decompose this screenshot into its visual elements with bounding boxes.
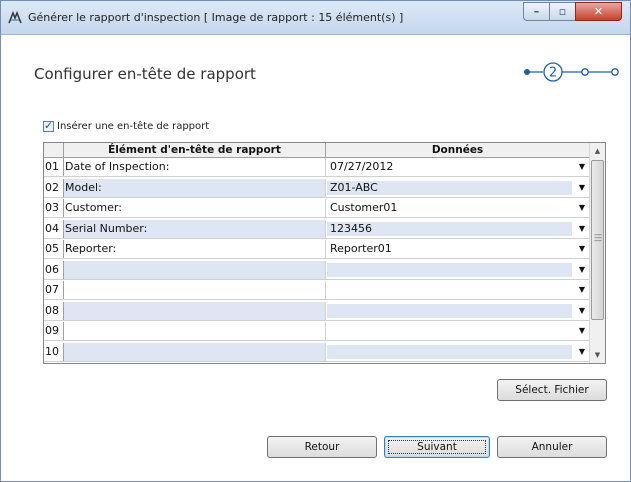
row-item-cell[interactable] bbox=[64, 260, 326, 279]
row-item-cell[interactable] bbox=[64, 281, 326, 299]
cancel-button[interactable]: Annuler bbox=[497, 436, 607, 458]
row-value-combobox[interactable]: Z01-ABC ▼ bbox=[327, 180, 587, 196]
dropdown-arrow-icon[interactable]: ▼ bbox=[579, 323, 585, 339]
row-item-cell[interactable]: Serial Number: bbox=[64, 219, 326, 238]
row-item-cell[interactable] bbox=[64, 322, 326, 340]
combobox-field bbox=[327, 344, 572, 359]
grid-header-item: Élément d'en-tête de rapport bbox=[64, 143, 326, 158]
step-dot-1 bbox=[524, 69, 530, 75]
row-value-text: 07/27/2012 bbox=[330, 160, 394, 173]
scroll-down-icon[interactable]: ▼ bbox=[590, 347, 605, 363]
row-number: 10 bbox=[44, 342, 64, 361]
row-value-combobox[interactable]: Reporter01 ▼ bbox=[327, 241, 587, 257]
row-value-text: 123456 bbox=[330, 221, 372, 235]
title-bar[interactable]: Générer le rapport d'inspection [ Image … bbox=[1, 1, 630, 35]
dropdown-arrow-icon[interactable]: ▼ bbox=[579, 159, 585, 175]
next-button[interactable]: Suivant bbox=[384, 436, 490, 458]
scroll-up-icon[interactable]: ▲ bbox=[590, 143, 605, 159]
grid-header-value: Données bbox=[326, 143, 589, 158]
dropdown-arrow-icon[interactable]: ▼ bbox=[579, 200, 585, 216]
dropdown-arrow-icon[interactable]: ▼ bbox=[579, 241, 585, 257]
table-row: 08 ▼ bbox=[44, 301, 589, 321]
minimize-icon: – bbox=[533, 5, 540, 18]
row-value-combobox[interactable]: ▼ bbox=[327, 323, 587, 339]
row-number: 04 bbox=[44, 219, 64, 238]
row-value-combobox[interactable]: 07/27/2012 ▼ bbox=[327, 159, 587, 175]
table-row: 09 ▼ bbox=[44, 322, 589, 341]
row-number: 05 bbox=[44, 240, 64, 258]
step-current-number: 2 bbox=[549, 66, 557, 81]
row-number: 01 bbox=[44, 158, 64, 176]
table-row: 01 Date of Inspection: 07/27/2012 ▼ bbox=[44, 158, 589, 177]
row-number: 09 bbox=[44, 322, 64, 340]
select-file-button[interactable]: Sélect. Fichier bbox=[497, 379, 607, 401]
grid-header-number bbox=[44, 143, 64, 158]
row-value-text: Reporter01 bbox=[330, 242, 392, 255]
maximize-button[interactable]: ▫ bbox=[549, 2, 576, 21]
row-value-combobox[interactable]: ▼ bbox=[327, 282, 587, 298]
row-item-cell[interactable]: Reporter: bbox=[64, 240, 326, 258]
row-value-combobox[interactable]: 123456 ▼ bbox=[327, 221, 587, 237]
table-row: 02 Model: Z01-ABC ▼ bbox=[44, 178, 589, 198]
row-number: 02 bbox=[44, 178, 64, 197]
row-item-cell[interactable] bbox=[64, 301, 326, 320]
dropdown-arrow-icon[interactable]: ▼ bbox=[579, 180, 585, 196]
step-dot-4 bbox=[611, 68, 619, 76]
row-number: 07 bbox=[44, 281, 64, 299]
row-number: 03 bbox=[44, 199, 64, 217]
back-button[interactable]: Retour bbox=[267, 436, 377, 458]
row-item-cell[interactable]: Model: bbox=[64, 178, 326, 197]
table-row: 07 ▼ bbox=[44, 281, 589, 300]
insert-header-checkbox[interactable] bbox=[43, 119, 54, 132]
row-number: 08 bbox=[44, 301, 64, 320]
table-row: 05 Reporter: Reporter01 ▼ bbox=[44, 240, 589, 259]
close-button[interactable]: ✕ bbox=[575, 2, 622, 21]
window-title: Générer le rapport d'inspection [ Image … bbox=[28, 11, 404, 24]
row-value-combobox[interactable]: ▼ bbox=[327, 303, 587, 319]
dropdown-arrow-icon[interactable]: ▼ bbox=[579, 262, 585, 278]
table-row: 03 Customer: Customer01 ▼ bbox=[44, 199, 589, 218]
header-grid: Élément d'en-tête de rapport Données 01 D… bbox=[43, 142, 606, 364]
insert-header-option[interactable]: Insérer une en-tête de rapport bbox=[43, 119, 210, 132]
row-item-cell[interactable] bbox=[64, 342, 326, 361]
focus-rectangle bbox=[388, 440, 486, 454]
row-value-combobox[interactable]: Customer01 ▼ bbox=[327, 200, 587, 216]
dropdown-arrow-icon[interactable]: ▼ bbox=[579, 221, 585, 237]
row-item-cell[interactable]: Date of Inspection: bbox=[64, 158, 326, 176]
minimize-button[interactable]: – bbox=[523, 2, 550, 21]
row-item-cell[interactable]: Customer: bbox=[64, 199, 326, 217]
row-value-combobox[interactable]: ▼ bbox=[327, 262, 587, 278]
row-value-text: Z01-ABC bbox=[330, 180, 378, 194]
row-value-text: Customer01 bbox=[330, 201, 398, 214]
combobox-field bbox=[327, 303, 572, 318]
row-number: 06 bbox=[44, 260, 64, 279]
table-row: 06 ▼ bbox=[44, 260, 589, 280]
table-row: 10 ▼ bbox=[44, 342, 589, 362]
scroll-grip-icon: — — — bbox=[594, 230, 602, 245]
page-title: Configurer en-tête de rapport bbox=[34, 65, 256, 83]
dropdown-arrow-icon[interactable]: ▼ bbox=[579, 344, 585, 360]
table-row: 04 Serial Number: 123456 ▼ bbox=[44, 219, 589, 239]
combobox-field bbox=[327, 262, 572, 277]
insert-header-label: Insérer une en-tête de rapport bbox=[57, 121, 210, 132]
dropdown-arrow-icon[interactable]: ▼ bbox=[579, 303, 585, 319]
step-indicator: 2 bbox=[524, 62, 619, 82]
close-icon: ✕ bbox=[593, 5, 604, 18]
row-value-combobox[interactable]: ▼ bbox=[327, 344, 587, 360]
wizard-window: Générer le rapport d'inspection [ Image … bbox=[0, 0, 631, 482]
grid-scrollbar[interactable]: ▲ — — — ▼ bbox=[589, 143, 605, 363]
dropdown-arrow-icon[interactable]: ▼ bbox=[579, 282, 585, 298]
step-dot-3 bbox=[581, 68, 589, 76]
maximize-icon: ▫ bbox=[558, 5, 567, 18]
app-icon bbox=[8, 10, 22, 24]
